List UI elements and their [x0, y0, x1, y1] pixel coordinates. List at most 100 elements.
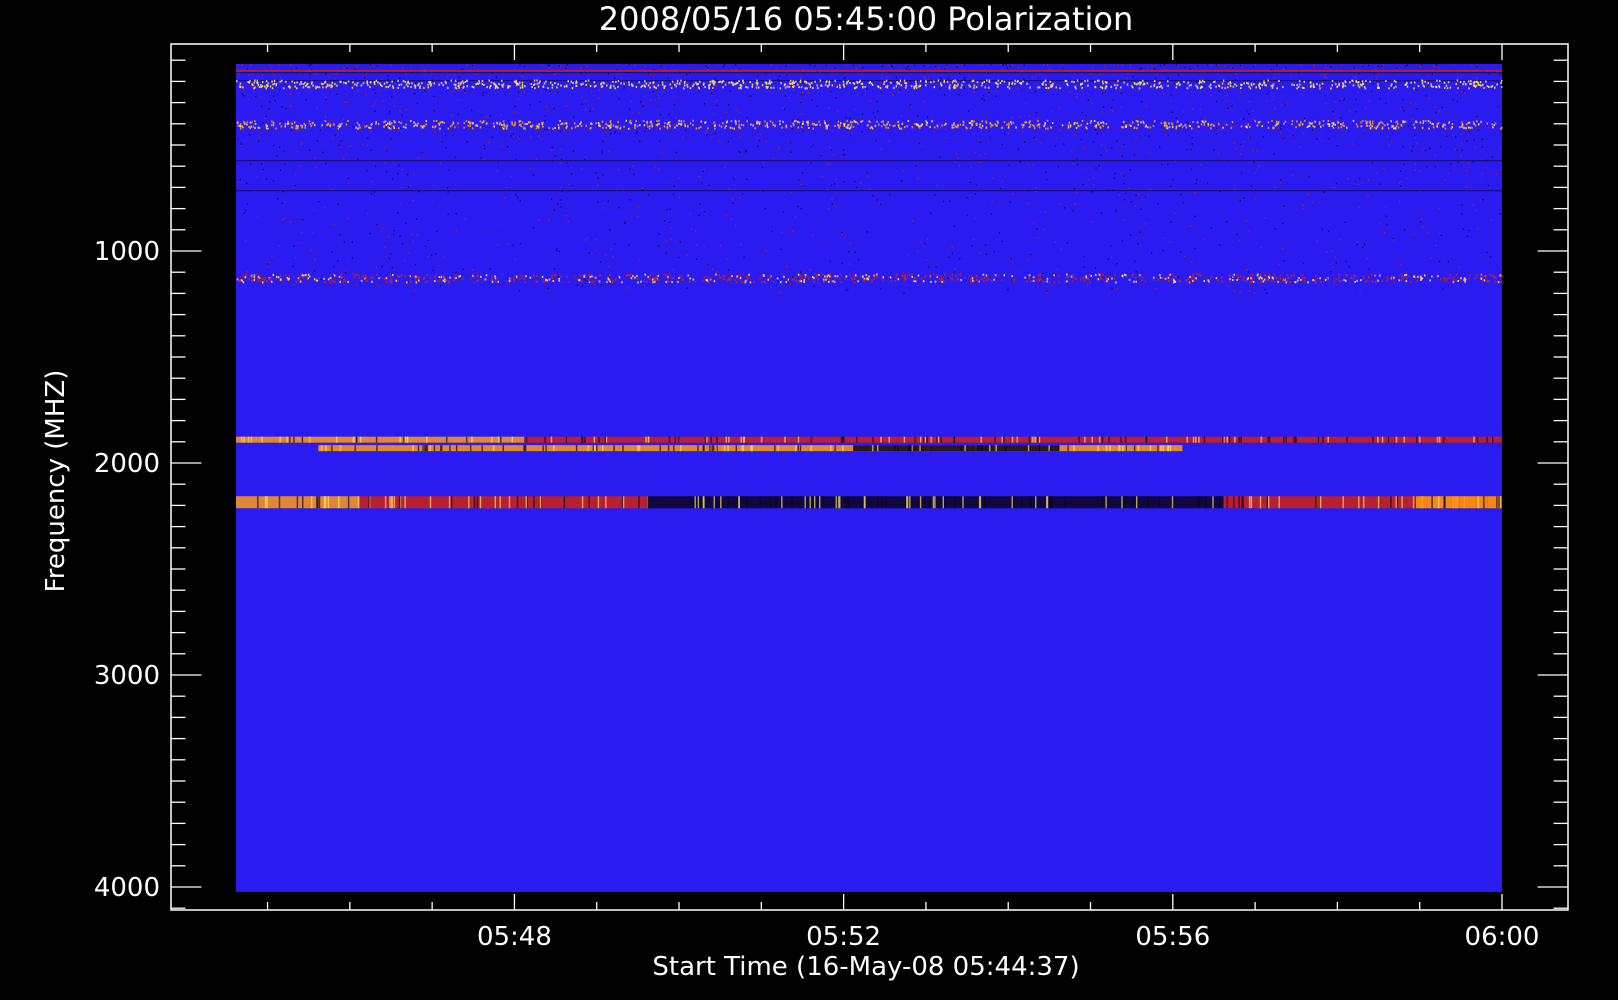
noise-speck	[462, 268, 464, 270]
noise-speck	[1249, 290, 1251, 292]
noise-dot	[254, 122, 257, 125]
noise-speck	[665, 252, 667, 254]
noise-speck	[1162, 249, 1164, 252]
noise-dot	[1327, 123, 1329, 125]
noise-dot	[519, 277, 521, 280]
noise-dot	[585, 124, 587, 127]
noise-speck	[407, 281, 409, 283]
noise-dot	[1136, 83, 1138, 86]
noise-speck	[1128, 135, 1130, 137]
noise-speck	[849, 117, 851, 120]
noise-dot	[582, 82, 584, 85]
noise-speck	[519, 135, 521, 137]
noise-speck	[1279, 179, 1282, 181]
noise-speck	[1233, 126, 1235, 128]
noise-speck	[916, 115, 919, 117]
noise-speck	[921, 145, 923, 148]
noise-dot	[798, 281, 801, 283]
noise-dot	[489, 85, 492, 87]
noise-speck	[1481, 146, 1483, 148]
noise-dot	[971, 277, 974, 280]
noise-speck	[485, 270, 488, 273]
noise-speck	[350, 144, 353, 147]
noise-dot	[850, 126, 852, 129]
noise-dot	[823, 120, 826, 123]
noise-speck	[891, 65, 893, 67]
noise-dot	[692, 119, 694, 122]
noise-speck	[265, 115, 267, 117]
noise-dot	[335, 275, 337, 278]
noise-dot	[458, 84, 460, 87]
noise-dot	[1260, 281, 1262, 284]
noise-speck	[942, 200, 945, 203]
noise-dot	[1037, 86, 1039, 89]
noise-speck	[1183, 161, 1185, 163]
noise-dot	[1382, 122, 1384, 125]
noise-speck	[1277, 127, 1279, 129]
noise-dot	[365, 276, 368, 279]
noise-speck	[855, 67, 857, 70]
noise-dot	[323, 277, 325, 280]
noise-speck	[1020, 64, 1022, 66]
noise-dot	[459, 83, 462, 86]
noise-dot	[1188, 84, 1191, 87]
noise-dot	[876, 273, 878, 276]
noise-speck	[1073, 188, 1075, 190]
noise-speck	[630, 100, 633, 103]
noise-speck	[1086, 283, 1088, 285]
noise-speck	[1330, 66, 1332, 68]
noise-dot	[1100, 85, 1102, 88]
noise-speck	[863, 89, 865, 91]
noise-speck	[1029, 115, 1031, 117]
noise-dot	[1207, 122, 1209, 125]
noise-dot	[271, 277, 273, 280]
noise-speck	[761, 166, 763, 169]
noise-dot	[700, 120, 702, 123]
noise-dot	[1373, 126, 1376, 129]
noise-dot	[253, 276, 256, 279]
noise-dot	[780, 281, 782, 284]
noise-dot	[309, 123, 312, 126]
noise-speck	[629, 199, 631, 201]
noise-dot	[925, 81, 927, 84]
noise-dot	[385, 86, 387, 89]
noise-speck	[1411, 118, 1414, 120]
noise-dot	[425, 120, 428, 123]
noise-speck	[1127, 73, 1129, 75]
noise-dot	[957, 126, 959, 129]
noise-speck	[1217, 121, 1220, 124]
noise-speck	[732, 73, 735, 75]
noise-speck	[1107, 99, 1110, 101]
noise-dot	[453, 279, 455, 282]
noise-speck	[389, 64, 392, 66]
noise-speck	[401, 67, 404, 70]
noise-speck	[881, 65, 883, 68]
noise-speck	[1194, 215, 1196, 217]
noise-speck	[335, 73, 337, 75]
noise-speck	[880, 77, 883, 79]
band-striation	[309, 436, 311, 443]
noise-dot	[1262, 280, 1265, 283]
noise-speck	[981, 98, 983, 100]
noise-dot	[821, 84, 823, 87]
noise-speck	[1325, 76, 1328, 79]
noise-speck	[985, 279, 987, 282]
noise-dot	[621, 281, 623, 284]
noise-speck	[876, 100, 878, 103]
noise-dot	[415, 278, 417, 281]
noise-dot	[933, 126, 936, 129]
noise-dot	[1319, 87, 1321, 90]
noise-speck	[1265, 100, 1267, 102]
noise-speck	[932, 273, 935, 276]
noise-dot	[268, 278, 270, 281]
noise-dot	[552, 280, 554, 282]
noise-dot	[904, 126, 906, 129]
noise-dot	[1376, 125, 1379, 128]
noise-dot	[806, 121, 808, 124]
noise-speck	[1486, 251, 1488, 254]
noise-speck	[1151, 252, 1153, 254]
noise-dot	[565, 126, 567, 129]
noise-dot	[795, 119, 797, 122]
noise-dot	[438, 122, 440, 125]
noise-dot	[1232, 85, 1235, 88]
